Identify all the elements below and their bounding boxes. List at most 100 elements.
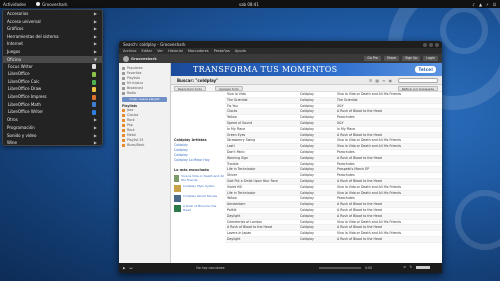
banner-brand-logo: Telcel [415, 66, 436, 73]
album-item[interactable]: Viva la Vida or Death and All His Friend… [174, 174, 225, 182]
song-artist: Coldplay [300, 213, 314, 218]
menu-icon[interactable]: ≡ [382, 76, 385, 85]
calc-icon [92, 79, 96, 85]
grooveshark-logo[interactable]: Grooveshark [123, 55, 157, 62]
battery-icon[interactable]: ⚡ [486, 2, 489, 7]
action-row: Reproducir todo Agregar todo Refinar por… [171, 85, 442, 92]
grid-view-icon[interactable]: ▦ [375, 76, 379, 85]
album-item[interactable]: A Rush of Blood to the Head [174, 204, 225, 213]
artist-link[interactable]: Coldplay [174, 153, 225, 157]
playlist-item[interactable]: Blues/Rock [119, 143, 170, 148]
menu-item-label: Wine [7, 140, 17, 146]
song-artist: Coldplay [300, 225, 314, 230]
activities-button[interactable]: Actividades [3, 2, 26, 7]
close-button[interactable] [435, 42, 439, 47]
song-artist: Coldplay [300, 207, 314, 212]
album-item[interactable]: Coldplay Ghost Stories [174, 195, 225, 203]
minimize-button[interactable] [423, 42, 427, 47]
chevron-right-icon: ▶ [93, 132, 97, 138]
app-icon [36, 2, 41, 6]
list-view-icon[interactable]: ☰ [369, 76, 373, 85]
next-icon[interactable]: ⏭ [129, 266, 132, 270]
menu-item-internet[interactable]: Internet ▶ [3, 40, 102, 48]
chevron-right-icon: ▶ [93, 18, 97, 24]
refine-search-button[interactable]: Refinar por búsqueda [397, 86, 438, 91]
song-title: Lovers in Japan [227, 231, 252, 236]
artist-link[interactable]: Coldplay [174, 148, 225, 152]
menu-item-graficos[interactable]: Gráficos ▶ [3, 25, 102, 33]
progress-bar[interactable] [319, 267, 361, 269]
menu-item-otros[interactable]: Otros ▶ [3, 116, 102, 124]
network-icon[interactable]: ▲ [479, 2, 482, 7]
volume-slider[interactable] [416, 266, 430, 269]
chevron-right-icon: ▶ [93, 26, 97, 32]
login-button[interactable]: Login [423, 56, 438, 61]
shuffle-icon[interactable]: ⇄ [403, 265, 406, 269]
browser-window: Search: coldplay - Grooveshark Archivo E… [119, 41, 442, 273]
sign-up-button[interactable]: Sign Up [402, 56, 421, 61]
search-input[interactable] [398, 78, 438, 83]
song-album: Parachutes [337, 115, 355, 120]
power-icon[interactable]: ⏻ [493, 2, 496, 7]
song-album: X&Y [337, 103, 344, 108]
playlist-icon [122, 144, 125, 147]
play-icon[interactable]: ▶ [123, 266, 125, 270]
chevron-down-icon: ▼ [93, 56, 97, 62]
artist-link[interactable]: Coldplay Lo Mejor Hoy [174, 158, 225, 162]
volume-icon[interactable]: ♪ [472, 2, 475, 7]
logo-text: Grooveshark [131, 56, 157, 61]
chevron-right-icon: ▶ [93, 140, 97, 146]
menu-item-juegos[interactable]: Juegos ▶ [3, 48, 102, 56]
menu-item-label: Herramientas del sistema [7, 33, 59, 39]
clock[interactable]: sab 08:41 [239, 2, 259, 7]
go-pro-button[interactable]: Go Pro [364, 56, 381, 61]
song-title: Warning Sign [227, 155, 249, 160]
song-artist: Coldplay [300, 103, 314, 108]
album-item[interactable]: Coldplay Mylo Xyloto [174, 185, 225, 193]
top-panel: Actividades Grooveshark sab 08:41 ♪ ▲ ⚡ … [0, 0, 500, 8]
record-icon[interactable]: ◉ [389, 76, 393, 85]
menu-subitem-writer[interactable]: LibreOffice Writer [3, 109, 102, 117]
ad-banner[interactable]: TRANSFORMA TUS MOMENTOS Telcel [171, 63, 442, 76]
table-row[interactable]: Daylight Coldplay A Rush of Blood to the H… [225, 236, 442, 243]
menu-item-programacion[interactable]: Programación ▶ [3, 124, 102, 132]
song-title: Fix You [227, 103, 238, 108]
play-all-button[interactable]: Reproducir todo [174, 86, 206, 91]
menu-item-herramientas[interactable]: Herramientas del sistema ▶ [3, 33, 102, 41]
add-all-button[interactable]: Agregar todo [215, 86, 243, 91]
menu-item-sonido-video[interactable]: Sonido y vídeo ▶ [3, 132, 102, 140]
writer-icon [92, 110, 96, 116]
song-album: A Rush of Blood to the Head [337, 236, 382, 241]
app-menu-button[interactable]: Grooveshark [36, 2, 68, 7]
song-album: A Rush of Blood to the Head [337, 213, 382, 218]
menu-item-label: Sonido y vídeo [7, 132, 37, 138]
song-title: Yellow [227, 196, 237, 201]
share-button[interactable]: Share [383, 56, 400, 61]
song-album: A Rush of Blood to the Head [337, 202, 382, 207]
maximize-button[interactable] [429, 42, 433, 47]
chevron-right-icon: ▶ [93, 117, 97, 123]
playlist-icon [122, 119, 125, 122]
song-artist: Coldplay [300, 109, 314, 114]
menu-item-label: Gráficos [7, 26, 24, 32]
menu-item-label: Oficina [7, 56, 21, 62]
playlist-icon [122, 129, 125, 132]
menu-item-wine[interactable]: Wine ▶ [3, 139, 102, 147]
song-artist: Coldplay [300, 236, 314, 241]
album-cover [174, 205, 181, 213]
song-album: Parachutes [337, 196, 355, 201]
sidebar-item-radio[interactable]: Radio [119, 91, 170, 96]
artist-link[interactable]: Coldplay [174, 143, 225, 147]
menu-item-acceso-universal[interactable]: Acceso universal ▶ [3, 18, 102, 26]
album-label: Viva la Vida or Death and All His Friend… [181, 174, 224, 182]
repeat-icon[interactable]: ↻ [409, 265, 412, 269]
create-playlist-button[interactable]: Crear nueva playlist [122, 97, 167, 102]
menu-item-label: LibreOffice Impress [8, 94, 47, 100]
radio-icon [122, 92, 125, 95]
window-titlebar[interactable]: Search: coldplay - Grooveshark [119, 41, 442, 48]
menu-item-label: LibreOffice [8, 71, 30, 77]
menu-item-label: Internet [7, 41, 23, 47]
song-title: Speed of Sound [227, 120, 253, 125]
song-title: Lost! [227, 144, 235, 149]
menu-item-accesorios[interactable]: Accesorios ▶ [3, 10, 102, 18]
